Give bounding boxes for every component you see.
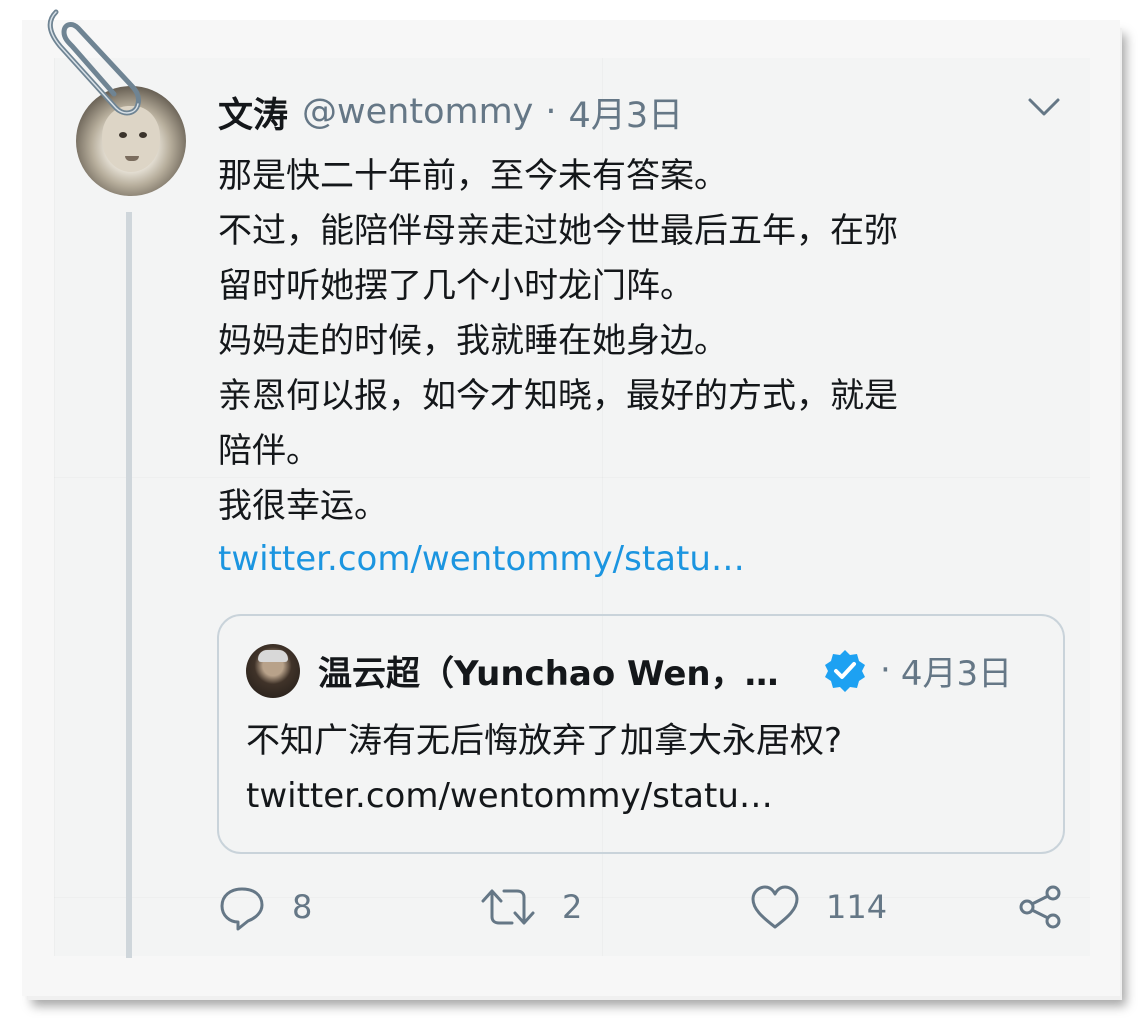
reply-count: 8 (292, 888, 313, 926)
avatar-eye (139, 132, 147, 138)
reply-button[interactable]: 8 (218, 878, 312, 936)
tweet-date[interactable]: 4月3日 (569, 87, 684, 138)
retweet-icon (481, 889, 535, 925)
tweet-text: 那是快二十年前，至今未有答案。 不过，能陪伴母亲走过她今世最后五年，在弥 留时听… (218, 149, 1058, 534)
quoted-tweet-meta: · 4月3日 (880, 646, 1012, 694)
tweet-text-line: 留时听她摆了几个小时龙门阵。 (218, 266, 694, 306)
chevron-down-icon[interactable] (1024, 92, 1064, 122)
quoted-text-line: 不知广涛有无后悔放弃了加拿大永居权? (246, 721, 843, 761)
tweet-text-line: 亲恩何以报，如今才知晓，最好的方式，就是 (218, 376, 898, 416)
quoted-tweet-date[interactable]: 4月3日 (901, 646, 1012, 695)
thread-connector-line (126, 212, 132, 958)
tweet-link[interactable]: twitter.com/wentommy/statu… (218, 532, 745, 587)
quoted-author-avatar[interactable] (246, 644, 300, 698)
tweet-text-line: 我很幸运。 (218, 486, 388, 526)
verified-badge-icon (825, 650, 865, 692)
quoted-author-name[interactable]: 温云超（Yunchao Wen，… (318, 646, 779, 695)
quoted-header-separator: · (880, 650, 891, 690)
tweet-text-line: 陪伴。 (218, 431, 320, 471)
retweet-count: 2 (562, 888, 583, 926)
quoted-tweet-text: 不知广涛有无后悔放弃了加拿大永居权? twitter.com/wentommy/… (246, 714, 1036, 824)
share-icon (1019, 885, 1061, 929)
avatar-hair (258, 650, 288, 662)
author-handle[interactable]: @wentommy (302, 92, 533, 132)
header-separator: · (545, 92, 557, 132)
author-name[interactable]: 文涛 (218, 87, 288, 138)
reply-icon (220, 887, 264, 931)
tweet-header: 文涛 @wentommy · 4月3日 (218, 88, 683, 136)
tweet-text-line: 那是快二十年前，至今未有答案。 (218, 156, 728, 196)
retweet-button[interactable]: 2 (480, 878, 582, 936)
tweet-text-line: 妈妈走的时候，我就睡在她身边。 (218, 321, 728, 361)
quoted-text-link: twitter.com/wentommy/statu… (246, 776, 773, 816)
quoted-tweet-header: 温云超（Yunchao Wen，… (318, 646, 779, 694)
avatar-eye (119, 132, 127, 138)
share-button[interactable] (1016, 878, 1064, 936)
like-icon (751, 885, 799, 929)
like-count: 114 (826, 888, 888, 926)
like-button[interactable]: 114 (750, 878, 887, 936)
tweet-text-line: 不过，能陪伴母亲走过她今世最后五年，在弥 (218, 211, 898, 251)
paperclip-icon (47, 9, 141, 116)
